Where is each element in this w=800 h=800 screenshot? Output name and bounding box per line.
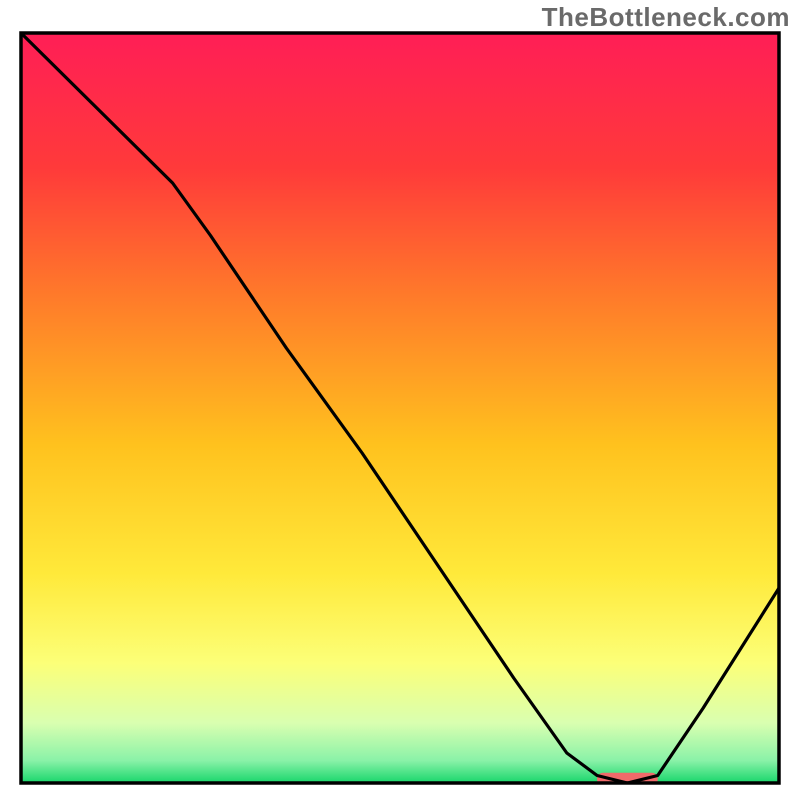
- watermark-text: TheBottleneck.com: [542, 2, 790, 33]
- chart-stage: TheBottleneck.com: [0, 0, 800, 800]
- chart-svg: [0, 0, 800, 800]
